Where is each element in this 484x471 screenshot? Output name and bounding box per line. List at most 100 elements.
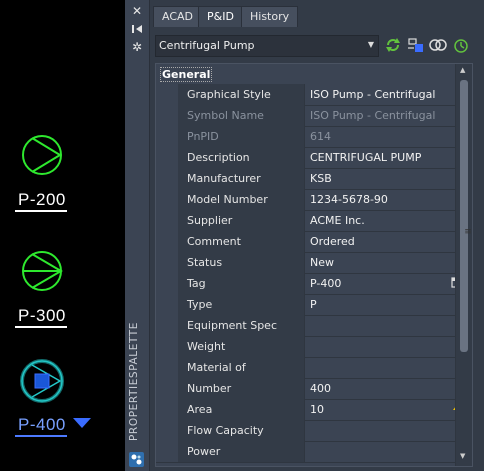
link-icon[interactable] — [429, 36, 447, 54]
property-label: Model Number — [178, 189, 305, 210]
property-value-weight[interactable] — [306, 336, 472, 357]
property-value-comment[interactable]: Ordered — [306, 231, 472, 252]
property-value-description[interactable]: CENTRIFUGAL PUMP — [306, 147, 472, 168]
row-gutter — [156, 147, 178, 168]
select-objects-icon[interactable] — [407, 36, 425, 54]
row-gutter — [156, 315, 178, 336]
row-gutter — [156, 399, 178, 420]
property-label: Material of Construction — [178, 357, 305, 395]
pump-tag-p300[interactable]: P-300 — [18, 306, 66, 326]
grip-icon: ≡ — [464, 227, 472, 237]
pump-tag-p400[interactable]: P-400 — [18, 415, 66, 435]
property-label: Equipment Spec — [178, 315, 305, 336]
scroll-down-icon[interactable]: ▼ — [460, 452, 465, 460]
property-label: Type — [178, 294, 305, 315]
section-general[interactable]: General — [156, 64, 472, 83]
scrollbar-thumb[interactable]: ≡ — [460, 80, 472, 352]
property-row-type: TypeP▼ — [156, 294, 472, 316]
property-label: Graphical Style — [178, 84, 305, 105]
property-value-pnpid: 614 — [310, 130, 331, 143]
property-label: Comment — [178, 231, 305, 252]
row-gutter — [156, 357, 178, 378]
row-gutter — [156, 441, 178, 462]
row-gutter — [156, 168, 178, 189]
tab-pid[interactable]: P&ID — [198, 6, 243, 27]
row-gutter — [156, 231, 178, 252]
property-label: Weight — [178, 336, 305, 357]
property-value-manufacturer[interactable]: KSB — [306, 168, 472, 189]
pump-symbol-p300[interactable] — [20, 249, 64, 293]
property-label: Flow Capacity — [178, 420, 305, 441]
tag-underline — [15, 210, 67, 212]
palette-title-bar: ✕ ✲ PROPERTIESPALETTE — [125, 0, 150, 471]
tag-underline — [15, 326, 67, 328]
property-row-pnpid: PnPID 614 — [156, 126, 472, 148]
property-row-description: Description CENTRIFUGAL PUMP — [156, 147, 472, 169]
row-gutter — [156, 294, 178, 315]
object-type-selector[interactable]: Centrifugal Pump ▼ — [155, 35, 379, 57]
row-gutter — [156, 252, 178, 273]
property-row-manufacturer: Manufacturer KSB — [156, 168, 472, 190]
property-value-graphical-style[interactable]: ISO Pump - Centrifugal — [306, 84, 472, 105]
refresh-icon[interactable] — [384, 36, 402, 54]
scroll-up-icon[interactable]: ▲ — [460, 66, 465, 74]
property-row-model-number: Model Number 1234-5678-90 — [156, 189, 472, 211]
property-value-tag[interactable]: P-400 — [306, 273, 472, 294]
property-label: Power — [178, 441, 305, 462]
row-gutter — [156, 189, 178, 210]
property-label: Status — [178, 252, 305, 273]
property-value-flow-capacity[interactable] — [306, 420, 472, 441]
property-label: Manufacturer — [178, 168, 305, 189]
row-gutter — [156, 84, 178, 105]
property-label: Description — [178, 147, 305, 168]
auto-hide-icon[interactable] — [129, 22, 145, 36]
property-row-number: Number 400 — [156, 378, 472, 400]
pump-symbol-p200[interactable] — [20, 133, 64, 177]
row-gutter — [156, 210, 178, 231]
property-row-supplier: Supplier ACME Inc. — [156, 210, 472, 232]
property-value-status[interactable]: New — [306, 252, 472, 273]
row-gutter — [156, 273, 178, 294]
property-row-tag: Tag P-400 — [156, 273, 472, 295]
property-label: Tag — [178, 273, 305, 294]
row-gutter — [156, 336, 178, 357]
chevron-down-icon: ▼ — [367, 40, 374, 49]
property-value-number[interactable]: 400 — [306, 378, 472, 399]
property-value-material-of-construction[interactable] — [306, 357, 472, 378]
property-row-status: StatusNew▼ — [156, 252, 472, 274]
timer-icon[interactable] — [452, 36, 470, 54]
property-value-model-number[interactable]: 1234-5678-90 — [306, 189, 472, 210]
property-row-graphical-style: Graphical StyleISO Pump - Centrifugal▼ — [156, 84, 472, 106]
row-gutter — [156, 420, 178, 441]
property-label: Supplier — [178, 210, 305, 231]
tab-acad[interactable]: ACAD — [153, 6, 203, 27]
settings-icon[interactable]: ✲ — [129, 40, 145, 54]
tab-history[interactable]: History — [241, 6, 299, 27]
property-value-equipment-spec[interactable] — [306, 315, 472, 336]
property-value-type[interactable]: P — [306, 294, 472, 315]
drawing-canvas[interactable]: P-200 P-300 P-400 — [0, 0, 125, 471]
row-gutter — [156, 378, 178, 399]
tag-underline-selected — [15, 435, 67, 437]
properties-palette: ✕ ✲ PROPERTIESPALETTE ACAD P&ID History … — [125, 0, 484, 471]
close-icon[interactable]: ✕ — [129, 4, 145, 18]
pump-tag-p200[interactable]: P-200 — [18, 190, 66, 210]
object-type-value: Centrifugal Pump — [159, 39, 255, 52]
property-value-supplier[interactable]: ACME Inc. — [306, 210, 472, 231]
property-row-power: Power — [156, 441, 472, 463]
row-gutter — [156, 126, 178, 147]
property-value-area[interactable]: 10 — [306, 399, 472, 420]
palette-content: ACAD P&ID History Centrifugal Pump ▼ Gen… — [150, 0, 484, 471]
pump-symbol-p400-selected[interactable] — [18, 357, 66, 405]
property-value-power[interactable] — [306, 441, 472, 462]
property-label: PnPID — [178, 126, 305, 147]
property-scrollbar[interactable]: ▲ ≡ ▼ — [455, 64, 472, 466]
row-gutter — [156, 105, 178, 126]
properties-palette-icon[interactable] — [129, 452, 144, 467]
property-row-flow-capacity: Flow Capacity — [156, 420, 472, 442]
tag-grip-triangle-icon[interactable] — [72, 417, 92, 429]
property-row-weight: Weight — [156, 336, 472, 358]
property-row-symbol-name: Symbol Name ISO Pump - Centrifugal — [156, 105, 472, 127]
property-value-symbol-name: ISO Pump - Centrifugal — [310, 109, 436, 122]
property-label: Area — [178, 399, 305, 420]
